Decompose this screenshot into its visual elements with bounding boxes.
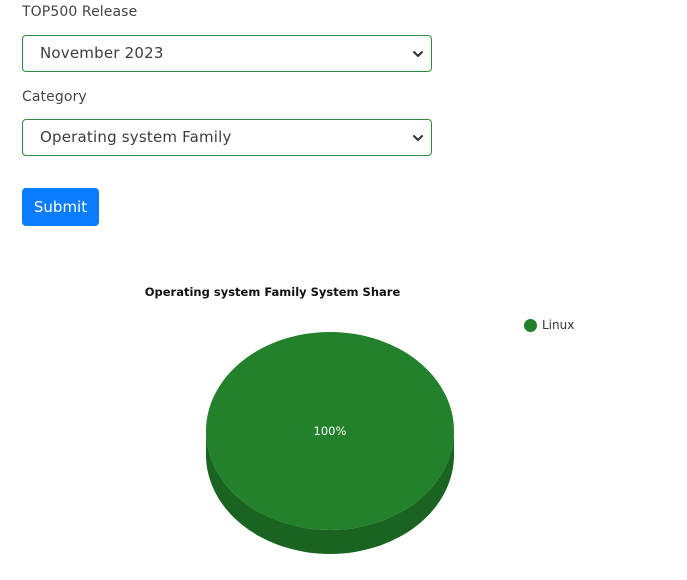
chart-legend[interactable]: Linux <box>524 318 574 332</box>
legend-dot <box>524 318 537 332</box>
pie-data-label: 100% <box>314 424 347 438</box>
pie-chart: 100% <box>206 332 454 554</box>
legend-label-linux: Linux <box>542 318 575 332</box>
